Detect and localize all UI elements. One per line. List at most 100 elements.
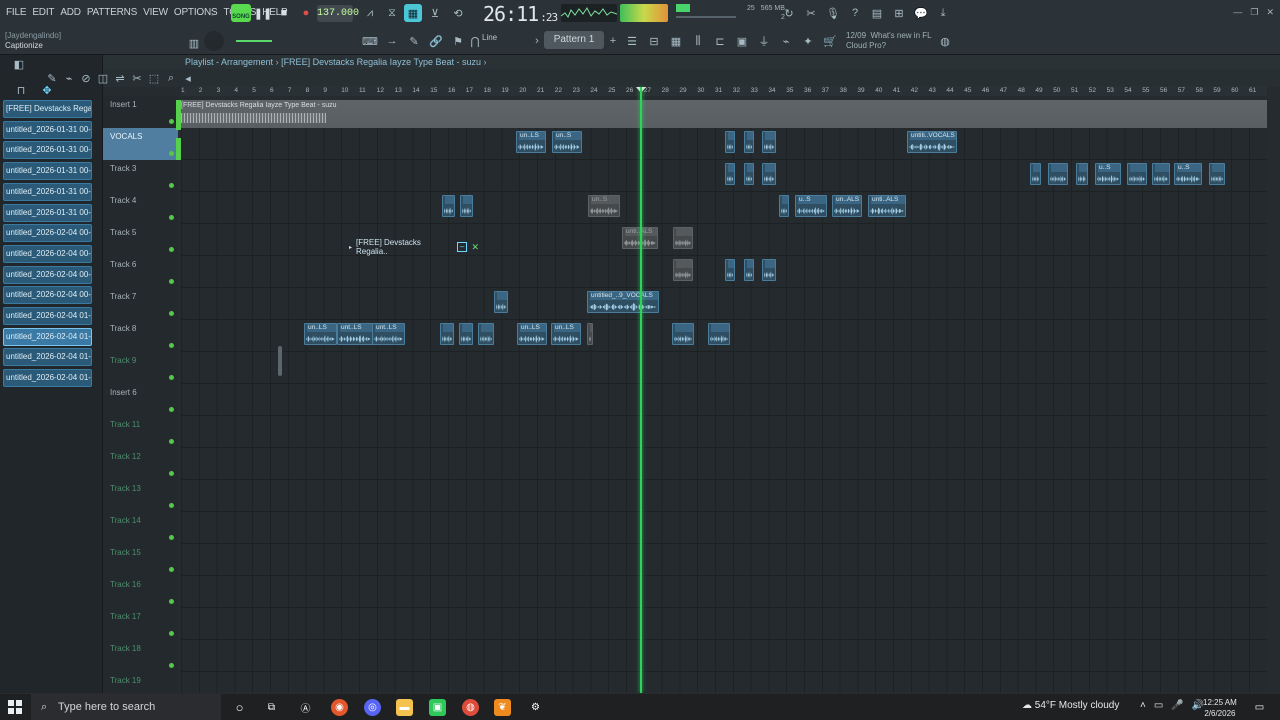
track-enable-led[interactable] [169, 215, 174, 220]
audio-clip[interactable] [673, 227, 693, 249]
browser-item[interactable]: untitled_2026-02-04 00-.. [3, 224, 92, 243]
download-icon[interactable]: ⤓ [934, 4, 952, 22]
audio-clip[interactable] [460, 195, 473, 217]
track-enable-led[interactable] [169, 663, 174, 668]
notification-icon[interactable]: ▭ [1251, 699, 1268, 716]
restore-icon[interactable]: ❐ [1250, 7, 1258, 18]
network-icon[interactable]: ▭ [1154, 700, 1163, 711]
chat-icon[interactable]: 💬 [912, 4, 930, 22]
track-header[interactable]: Track 5 [103, 224, 178, 256]
track-enable-led[interactable] [169, 375, 174, 380]
taskbar-search[interactable]: ⌕ Type here to search [31, 694, 221, 720]
track-header[interactable]: Track 8 [103, 320, 178, 352]
toolbar-playback-icon[interactable]: ◂ [179, 69, 197, 87]
track-header[interactable]: Track 4 [103, 192, 178, 224]
browser-item[interactable]: untitled_2026-02-04 00-.. [3, 244, 92, 263]
clip-popup[interactable]: ▸ [FREE] Devstacks Regalia.. – ✕ [349, 238, 479, 256]
track-header[interactable]: Track 6 [103, 256, 178, 288]
track-header[interactable]: Track 17 [103, 608, 178, 640]
scissors-icon[interactable]: ✂ [802, 4, 820, 22]
tempo-display[interactable]: 137.000 [317, 5, 359, 22]
chrome-icon[interactable]: ◍ [462, 699, 479, 716]
news-panel[interactable]: 12/09 What's new in FL Cloud Pro? [846, 31, 932, 51]
audio-clip[interactable]: un..LS [304, 323, 337, 345]
audio-clip[interactable] [725, 163, 735, 185]
wait-icon[interactable]: ⧖ [383, 4, 401, 22]
expand-icon[interactable]: ▸ [349, 244, 352, 251]
audio-clip[interactable] [762, 259, 776, 281]
stamp-icon[interactable]: ⚑ [449, 32, 467, 50]
record-icon[interactable]: ● [297, 4, 315, 22]
audio-clip[interactable] [762, 163, 776, 185]
audio-clip[interactable] [744, 163, 754, 185]
minimize-popup-icon[interactable]: – [456, 242, 468, 252]
browser-item[interactable]: untitled_2026-01-31 00-.. [3, 120, 92, 139]
track-enable-led[interactable] [169, 247, 174, 252]
browser-item[interactable]: untitled_2026-02-04 01-.. [3, 369, 92, 388]
audio-clip[interactable]: unt..LS [372, 323, 405, 345]
audio-clip[interactable] [442, 195, 455, 217]
track-header[interactable]: VOCALS [103, 128, 178, 160]
weather-widget[interactable]: ☁ 54°F Mostly cloudy [1022, 700, 1119, 711]
close-icon[interactable]: ✕ [1266, 7, 1274, 18]
timeline-ruler[interactable]: 1 2 3 4 5 6 7 8 9 10 11 12 13 14 15 16 17 18 19 20 21 22 23 24 2… [181, 86, 1267, 96]
toolbar-zoom-icon[interactable]: ⌕ [162, 69, 180, 87]
audio-clip[interactable] [440, 323, 454, 345]
track-header[interactable]: Track 13 [103, 480, 178, 512]
pause-icon[interactable]: ❚❚ [254, 4, 272, 22]
track-enable-led[interactable] [169, 311, 174, 316]
audio-clip[interactable]: u..S [795, 195, 827, 217]
brush-icon[interactable]: ⌁ [777, 32, 795, 50]
track-header[interactable]: Insert 6 [103, 384, 178, 416]
piano-roll-icon[interactable]: ⊟ [645, 32, 663, 50]
menu-file[interactable]: FILE [5, 7, 27, 21]
playhead[interactable] [640, 87, 642, 693]
audio-clip[interactable]: un..LS [551, 323, 581, 345]
help-icon[interactable]: ? [846, 4, 864, 22]
save-icon[interactable]: ▤ [868, 4, 886, 22]
menu-edit[interactable]: EDIT [31, 7, 55, 21]
audio-clip[interactable]: un..LS [517, 323, 547, 345]
toolbar-select-icon[interactable]: ⬚ [145, 69, 163, 87]
audio-clip[interactable] [725, 259, 735, 281]
track-enable-led[interactable] [169, 279, 174, 284]
audio-clip[interactable] [744, 259, 754, 281]
audio-clip[interactable]: unti..ALS [868, 195, 906, 217]
track-header[interactable]: Track 9 [103, 352, 178, 384]
menu-add[interactable]: ADD [59, 7, 82, 21]
tray-chevron-icon[interactable]: ˄ [1140, 700, 1146, 711]
audio-clip[interactable] [673, 259, 693, 281]
track-enable-led[interactable] [169, 119, 174, 124]
taskbar-clock[interactable]: 12:25 AM 2/6/2026 [1203, 697, 1237, 719]
playlist-grid[interactable] [181, 128, 1267, 693]
mixer-icon[interactable]: ⫼ [689, 32, 707, 50]
track-enable-led[interactable] [169, 599, 174, 604]
snap-select[interactable]: Line [482, 33, 497, 42]
blend-icon[interactable]: ⊻ [426, 4, 444, 22]
browser-item[interactable]: untitled_2026-01-31 00-.. [3, 162, 92, 181]
cart-icon[interactable]: 🛒 [821, 32, 839, 50]
browser-item[interactable]: untitled_2026-01-31 00-.. [3, 203, 92, 222]
arrangement-overview[interactable]: [FREE] Devstacks Regalia Iayze Type Beat… [177, 100, 1267, 130]
plug-icon[interactable]: ⏚ [755, 32, 773, 50]
track-header[interactable]: Track 12 [103, 448, 178, 480]
spinner-icon[interactable]: ◌ [203, 4, 221, 22]
add-pattern-icon[interactable]: + [604, 32, 622, 50]
browser-menu-icon[interactable]: ◧ [10, 55, 28, 73]
track-header[interactable]: Track 7 [103, 288, 178, 320]
track-header[interactable]: Insert 1 [103, 96, 178, 128]
browser-item[interactable]: untitled_2026-02-04 01-.. [3, 307, 92, 325]
track-enable-led[interactable] [169, 439, 174, 444]
refresh-icon[interactable]: ↻ [780, 4, 798, 22]
track-header[interactable]: Track 14 [103, 512, 178, 544]
audio-clip[interactable] [587, 323, 593, 345]
audio-clip[interactable] [779, 195, 789, 217]
track-header[interactable]: Track 11 [103, 416, 178, 448]
arrow-right-icon[interactable]: → [383, 32, 401, 50]
master-volume-slider[interactable] [236, 40, 272, 42]
track-enable-led[interactable] [169, 407, 174, 412]
playlist-titlebar[interactable]: Playlist - Arrangement › [FREE] Devstack… [103, 55, 1280, 69]
pencil-icon[interactable]: ✎ [405, 32, 423, 50]
audio-clip[interactable] [1048, 163, 1068, 185]
menu-view[interactable]: VIEW [142, 7, 169, 21]
